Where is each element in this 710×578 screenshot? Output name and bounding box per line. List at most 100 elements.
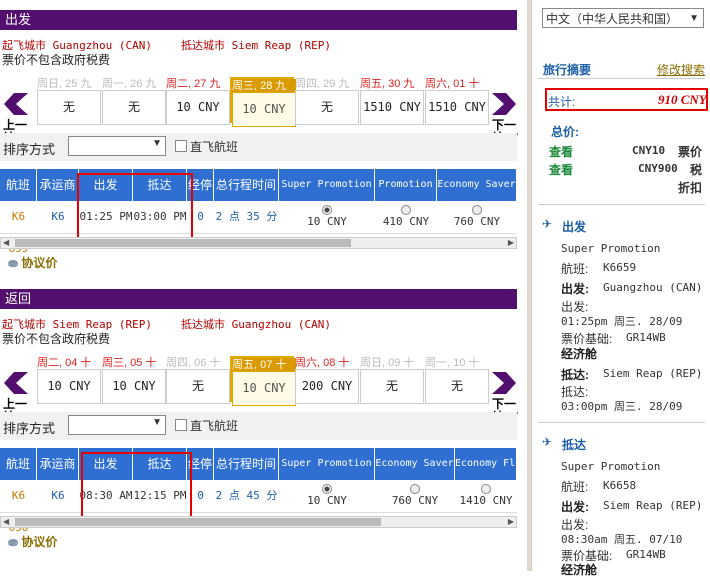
inbound-direct-checkbox[interactable]: [175, 419, 187, 431]
fare-basis: GR14WB: [626, 331, 666, 344]
agreement-price-link[interactable]: ⛂ 协议价: [8, 254, 57, 271]
col-carrier: 承运商: [37, 448, 79, 480]
divider: [538, 422, 705, 423]
date-label: 周二, 04 十: [37, 357, 92, 369]
view-tax-link[interactable]: 查看: [549, 161, 573, 178]
flight-number[interactable]: K6 659: [0, 201, 37, 255]
departing-plane-icon: ✈: [542, 217, 553, 231]
col-flight: 航班: [0, 169, 37, 201]
depart-time: 01:25pm 周三. 28/09: [561, 315, 683, 328]
dropdown-caret-icon: ▼: [152, 417, 162, 428]
fare-desc: 票价: [678, 145, 703, 159]
table-row: K6 658 K6 08:30 AM 12:15 PM 0 2 点 45 分 1…: [0, 480, 517, 534]
prev-arrow-icon[interactable]: [2, 90, 30, 118]
fare-option-3[interactable]: 760 CNY: [437, 201, 517, 233]
date-option[interactable]: 周六, 01 十 1510 CNY: [425, 77, 489, 125]
date-price: 无: [102, 90, 166, 125]
col-fare-2: Promotion: [375, 169, 437, 201]
prev-arrow-icon[interactable]: [2, 369, 30, 397]
arrive-from-label: 出发:: [561, 500, 589, 514]
agreement-price-link[interactable]: ⛂ 协议价: [8, 533, 57, 550]
col-fare-3: Economy Saver: [437, 169, 517, 201]
outbound-scrollbar[interactable]: ◀ ▶: [0, 237, 517, 249]
date-label: 周六, 01 十: [425, 78, 480, 90]
direct-flight-label: 直飞航班: [190, 419, 239, 433]
inbound-destination: 抵达城市 Guangzhou (CAN): [181, 318, 331, 331]
fare-radio[interactable]: [410, 484, 420, 494]
date-option[interactable]: 周一, 26 九无: [102, 77, 166, 125]
date-option[interactable]: 周六, 08 十 200 CNY: [295, 356, 359, 404]
outbound-date-strip: 上一站 7 周日, 25 九无周一, 26 九无周二, 27 九10 CNY周三…: [0, 77, 527, 145]
fare-option-1[interactable]: 10 CNY: [279, 201, 375, 233]
outbound-direct-checkbox[interactable]: [175, 140, 187, 152]
fare-option-2[interactable]: 760 CNY: [375, 480, 455, 512]
date-option[interactable]: 周四, 06 十无: [166, 356, 230, 404]
inbound-tax-note: 票价不包含政府税费: [2, 332, 111, 346]
date-option[interactable]: 周日, 09 十无: [360, 356, 424, 404]
depart-from-label: 出发:: [561, 282, 589, 296]
fare-radio[interactable]: [481, 484, 491, 494]
inbound-sort-select[interactable]: ▼: [68, 415, 166, 435]
modify-search-link[interactable]: 修改搜索: [657, 61, 705, 78]
fare-option-1[interactable]: 10 CNY: [279, 480, 375, 512]
date-option[interactable]: 周三, 05 十 10 CNY: [102, 356, 166, 404]
fare-price: 760 CNY: [391, 494, 439, 507]
date-price: 10 CNY: [37, 369, 101, 404]
depart-to-label: 抵达:: [561, 368, 589, 382]
language-select[interactable]: 中文（中华人民共和国） ▼: [542, 8, 704, 28]
date-label: 周五, 30 九: [360, 78, 415, 90]
date-label: 周一, 10 十: [425, 357, 480, 369]
fare-price: 1410 CNY: [459, 494, 513, 507]
col-fare-3: Economy Fle: [455, 448, 517, 480]
scroll-right-icon[interactable]: ▶: [508, 238, 514, 247]
depart-from: Guangzhou (CAN): [603, 281, 703, 294]
dropdown-caret-icon: ▼: [152, 138, 162, 149]
arrive-time: 03:00pm 周三. 28/09: [561, 400, 683, 413]
date-label: 周一, 26 九: [102, 78, 157, 90]
inbound-scrollbar[interactable]: ◀ ▶: [0, 516, 517, 528]
fare-price: 760 CNY: [453, 215, 501, 228]
flight-number[interactable]: K6 658: [0, 480, 37, 534]
scroll-thumb[interactable]: [15, 239, 351, 247]
time-highlight-box: [81, 452, 192, 520]
next-arrow-icon[interactable]: [490, 369, 518, 397]
tax-desc: 税: [690, 163, 703, 177]
fare-radio[interactable]: [322, 484, 332, 494]
scroll-right-icon[interactable]: ▶: [508, 517, 514, 526]
outbound-sort-select[interactable]: ▼: [68, 136, 166, 156]
fare-option-3[interactable]: 1410 CNY: [455, 480, 517, 512]
date-label: 周三, 28 九: [232, 79, 296, 93]
fare-option-2[interactable]: 410 CNY: [375, 201, 437, 233]
inbound-table-header: 航班 承运商 出发 抵达 经停 总行程时间 Super Promotion Ec…: [0, 448, 517, 480]
fare-price: 10 CNY: [307, 215, 347, 228]
duration: 2 点 45 分: [215, 489, 278, 502]
scroll-thumb[interactable]: [15, 518, 381, 526]
next-arrow-icon[interactable]: [490, 90, 518, 118]
date-option[interactable]: 周二, 04 十 10 CNY: [37, 356, 101, 404]
fare-amount: CNY10: [632, 144, 666, 157]
arrive-dep-time: 08:30am 周五. 07/10: [561, 533, 683, 546]
date-label: 周四, 29 九: [295, 78, 350, 90]
date-option[interactable]: 周五, 30 九 1510 CNY: [360, 77, 424, 125]
view-fare-link[interactable]: 查看: [549, 143, 573, 160]
fare-radio[interactable]: [472, 205, 482, 215]
date-option[interactable]: 周日, 25 九无: [37, 77, 101, 125]
handshake-icon: ⛂: [8, 256, 19, 270]
price-title: 总价:: [551, 125, 579, 139]
date-option[interactable]: 周五, 07 十 10 CNY: [230, 356, 296, 406]
fare-radio[interactable]: [322, 205, 332, 215]
date-option[interactable]: 周三, 28 九 10 CNY: [230, 77, 296, 127]
fare-radio[interactable]: [401, 205, 411, 215]
date-option[interactable]: 周一, 10 十无: [425, 356, 489, 404]
arriving-plane-icon: ✈: [542, 435, 553, 449]
divider: [538, 204, 705, 205]
fare-basis: GR14WB: [626, 548, 666, 561]
date-option[interactable]: 周二, 27 九 10 CNY: [166, 77, 230, 125]
scroll-left-icon[interactable]: ◀: [3, 238, 9, 247]
scroll-left-icon[interactable]: ◀: [3, 517, 9, 526]
cabin-class: 经济舱: [561, 563, 598, 577]
direct-flight-label: 直飞航班: [190, 140, 239, 154]
handshake-icon: ⛂: [8, 535, 19, 549]
date-option[interactable]: 周四, 29 九无: [295, 77, 359, 125]
date-label: 周日, 25 九: [37, 78, 92, 90]
